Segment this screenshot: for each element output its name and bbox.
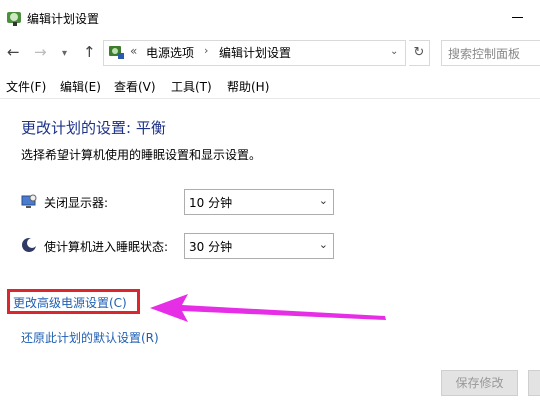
cancel-button[interactable] — [528, 370, 540, 396]
minimize-button[interactable] — [512, 17, 523, 18]
refresh-icon[interactable]: ↻ — [409, 40, 430, 66]
power-options-icon — [5, 9, 25, 27]
address-dropdown-chevron-icon[interactable]: ⌄ — [390, 46, 398, 57]
advanced-power-settings-link[interactable]: 更改高级电源设置(C) — [13, 294, 127, 311]
pointer-arrow — [150, 294, 386, 322]
page-title: 更改计划的设置: 平衡 — [21, 119, 166, 137]
sleep-label: 使计算机进入睡眠状态: — [44, 240, 169, 254]
breadcrumb-power-options[interactable]: 电源选项 — [146, 44, 194, 61]
chevron-down-icon: ⌄ — [318, 238, 328, 251]
breadcrumb-separator[interactable]: › — [204, 44, 208, 57]
menu-view[interactable]: 查看(V) — [114, 78, 156, 95]
page-subtitle: 选择希望计算机使用的睡眠设置和显示设置。 — [21, 148, 262, 162]
window-title: 编辑计划设置 — [27, 12, 100, 26]
display-off-select[interactable]: 10 分钟 ⌄ — [184, 189, 334, 215]
sleep-select[interactable]: 30 分钟 ⌄ — [184, 233, 334, 259]
menu-divider — [0, 98, 540, 99]
recent-locations-chevron-icon[interactable]: ▾ — [62, 48, 67, 59]
monitor-icon — [21, 194, 37, 210]
chevron-down-icon: ⌄ — [318, 194, 328, 207]
restore-defaults-link[interactable]: 还原此计划的默认设置(R) — [21, 329, 159, 346]
forward-arrow-icon[interactable]: → — [34, 43, 47, 61]
display-off-value: 10 分钟 — [189, 196, 233, 210]
menu-file[interactable]: 文件(F) — [6, 78, 46, 95]
display-off-label: 关闭显示器: — [44, 196, 109, 210]
search-placeholder: 搜索控制面板 — [448, 47, 521, 61]
breadcrumb-edit-plan[interactable]: 编辑计划设置 — [219, 44, 291, 61]
moon-sleep-icon — [21, 237, 37, 253]
save-changes-button[interactable]: 保存修改 — [441, 370, 518, 396]
address-overflow[interactable]: « — [130, 44, 137, 58]
sleep-value: 30 分钟 — [189, 240, 233, 254]
menu-tools[interactable]: 工具(T) — [171, 78, 212, 95]
menu-help[interactable]: 帮助(H) — [227, 78, 269, 95]
up-arrow-icon[interactable]: ↑ — [83, 43, 96, 61]
control-panel-icon — [108, 44, 126, 60]
back-arrow-icon[interactable]: ← — [7, 43, 20, 61]
menu-edit[interactable]: 编辑(E) — [60, 78, 101, 95]
